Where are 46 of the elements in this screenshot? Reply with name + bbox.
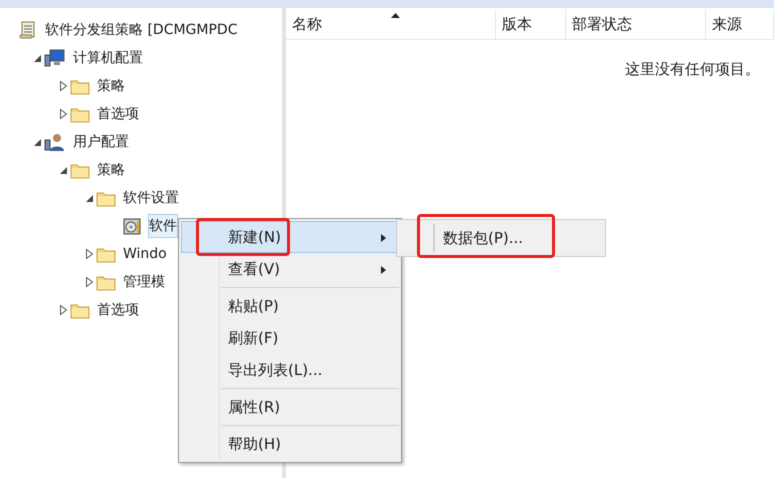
menu-item[interactable]: 查看(V) — [181, 253, 399, 285]
tree-item[interactable]: 管理模 — [122, 270, 166, 294]
column-header[interactable]: 部署状态 — [566, 10, 706, 39]
computer-icon — [44, 48, 66, 68]
menu-item[interactable]: 帮助(H) — [221, 428, 399, 460]
expanded-arrow-icon[interactable] — [86, 194, 92, 202]
folder-icon — [70, 162, 90, 178]
menu-item[interactable]: 数据包(P)... — [427, 229, 524, 247]
tree-item[interactable]: 软件设置 — [122, 186, 180, 210]
folder-icon — [96, 274, 116, 290]
menu-item[interactable]: 刷新(F) — [221, 322, 399, 354]
collapsed-arrow-icon[interactable] — [86, 249, 92, 259]
column-header[interactable]: 版本 — [496, 10, 566, 39]
column-header[interactable]: 名称 — [286, 10, 496, 39]
disc-box-icon — [122, 216, 142, 236]
expanded-arrow-icon[interactable] — [34, 138, 40, 146]
empty-list-message: 这里没有任何项目。 — [625, 59, 760, 80]
users-icon — [44, 132, 66, 152]
menu-item[interactable]: 新建(N) — [181, 221, 399, 253]
folder-icon — [70, 78, 90, 94]
submenu-arrow-icon — [381, 234, 386, 242]
tree-item[interactable]: 首选项 — [96, 102, 140, 126]
expanded-arrow-icon[interactable] — [60, 166, 66, 174]
folder-icon — [96, 246, 116, 262]
submenu-arrow-icon — [381, 266, 386, 274]
collapsed-arrow-icon[interactable] — [60, 109, 66, 119]
tree-item[interactable]: 策略 — [96, 158, 126, 182]
menu-item[interactable]: 属性(R) — [221, 391, 399, 423]
tree-item[interactable]: Windo — [122, 242, 168, 266]
tree-item[interactable]: 软件分发组策略 [DCMGMPDC — [44, 18, 238, 42]
tree-item[interactable]: 策略 — [96, 74, 126, 98]
collapsed-arrow-icon[interactable] — [60, 305, 66, 315]
tree-item[interactable]: 用户配置 — [72, 130, 130, 154]
collapsed-arrow-icon[interactable] — [86, 277, 92, 287]
tree-item[interactable]: 软件 — [148, 214, 178, 238]
collapsed-arrow-icon[interactable] — [60, 81, 66, 91]
folder-icon — [70, 106, 90, 122]
menu-item[interactable]: 粘贴(P) — [221, 290, 399, 322]
tree-item[interactable]: 计算机配置 — [72, 46, 144, 70]
menu-item[interactable]: 导出列表(L)... — [221, 354, 399, 386]
tree-item[interactable]: 首选项 — [96, 298, 140, 322]
sort-ascending-icon — [390, 13, 400, 18]
folder-icon — [96, 190, 116, 206]
column-header[interactable]: 来源 — [706, 10, 774, 39]
expanded-arrow-icon[interactable] — [34, 54, 40, 62]
folder-icon — [70, 302, 90, 318]
